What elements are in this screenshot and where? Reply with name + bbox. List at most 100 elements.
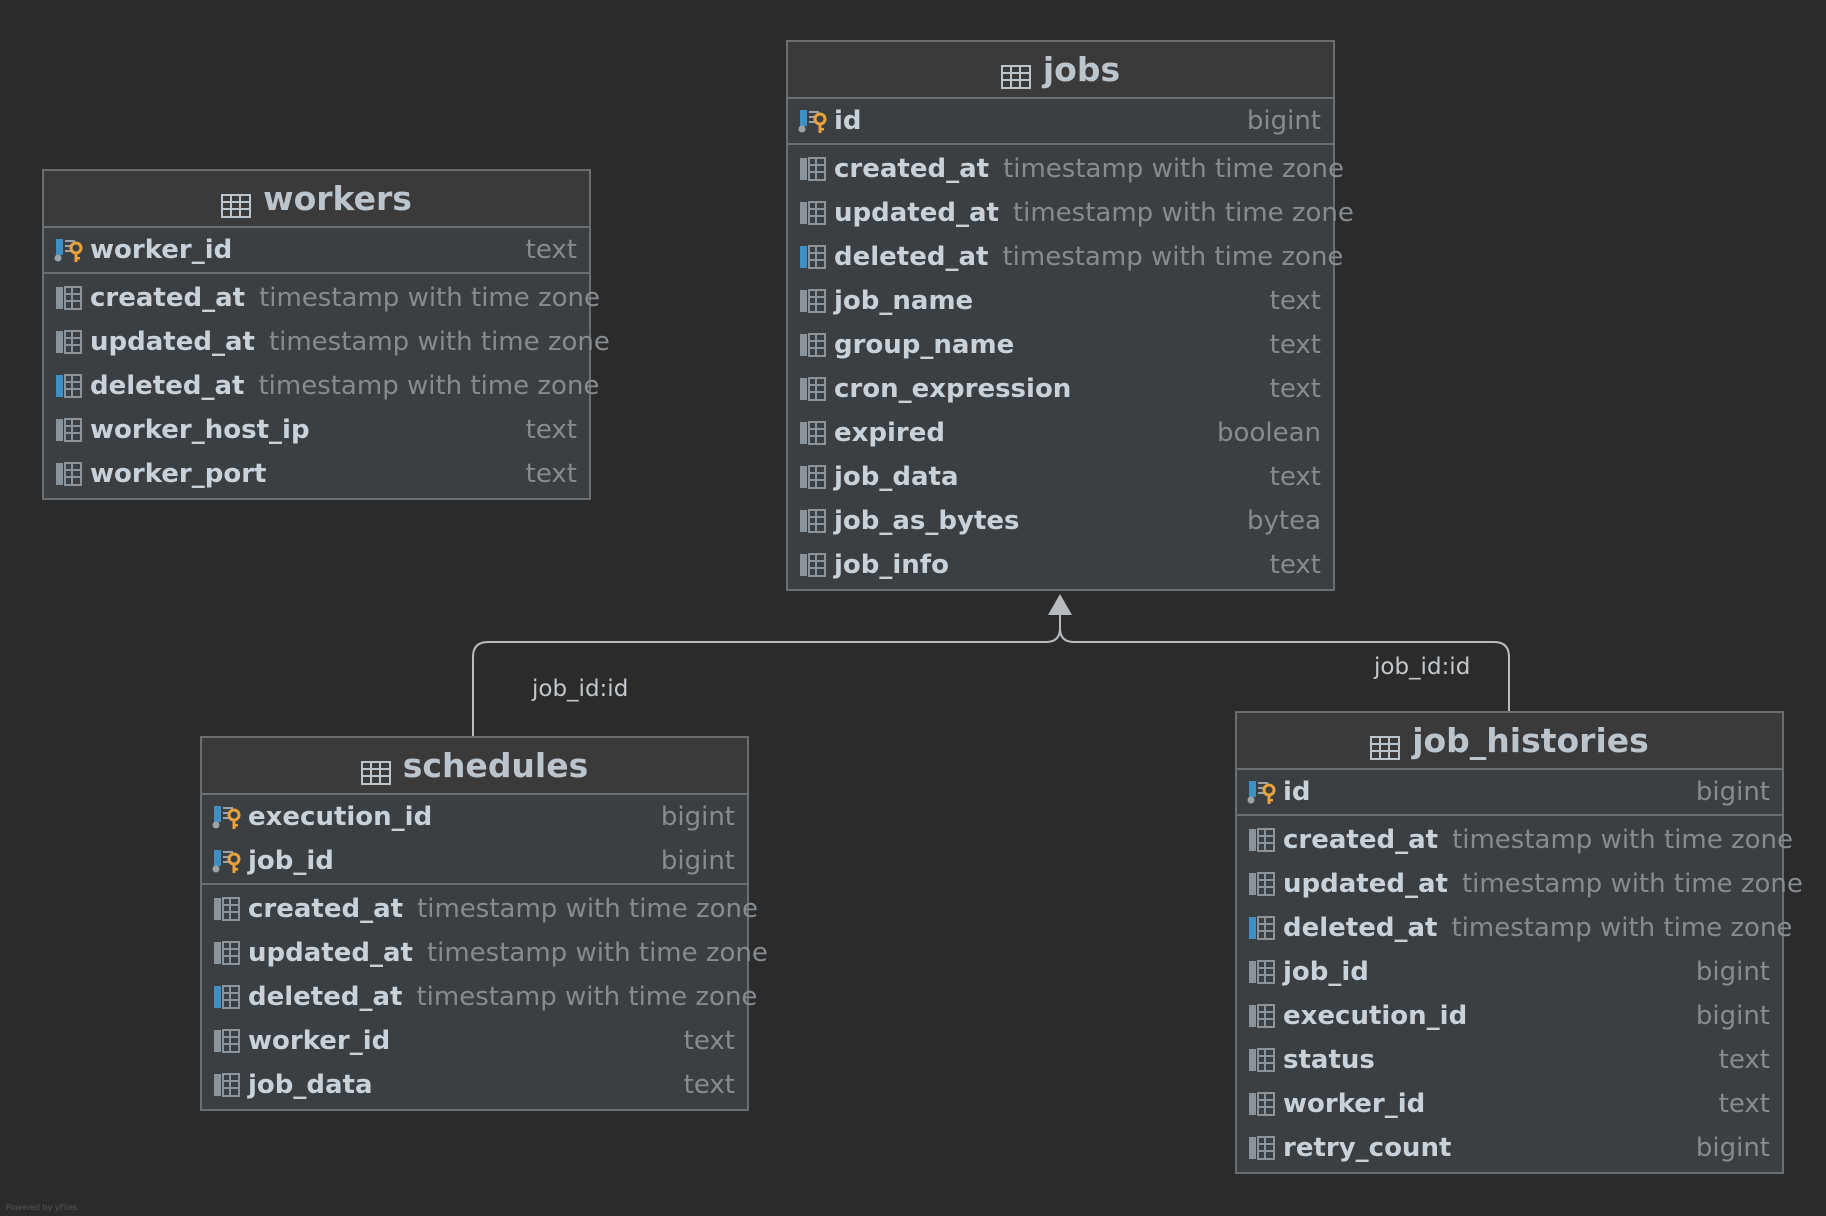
column-row[interactable]: deleted_at timestamp with time zone xyxy=(1237,906,1792,950)
table-icon xyxy=(1000,58,1031,89)
column-row[interactable]: created_at timestamp with time zone xyxy=(202,887,758,931)
table-header[interactable]: workers xyxy=(44,171,589,228)
table-jobs[interactable]: jobs id bigint created_at timestamp with t… xyxy=(786,40,1354,591)
column-row[interactable]: worker_id text xyxy=(44,228,589,272)
column-row[interactable]: group_name text xyxy=(788,323,1333,367)
table-job-histories[interactable]: job_histories id bigint created_at timesta… xyxy=(1235,711,1803,1174)
column-name: created_at xyxy=(834,154,990,184)
table-name: schedules xyxy=(402,746,589,785)
column-type: bigint xyxy=(1246,106,1321,136)
table-workers[interactable]: workers worker_id text created_at timestam… xyxy=(42,169,610,500)
column-type: text xyxy=(525,459,577,489)
column-name: retry_count xyxy=(1283,1133,1452,1163)
column-name: job_data xyxy=(248,1070,373,1100)
column-row[interactable]: deleted_at timestamp with time zone xyxy=(788,235,1343,279)
column-row[interactable]: deleted_at timestamp with time zone xyxy=(44,364,599,408)
column-type: bigint xyxy=(1695,1133,1770,1163)
primary-key-icon xyxy=(54,237,84,263)
column-name: worker_port xyxy=(90,459,267,489)
table-header[interactable]: schedules xyxy=(202,738,747,795)
column-icon xyxy=(1247,1091,1277,1117)
primary-key-icon xyxy=(212,848,242,874)
column-row[interactable]: job_as_bytes bytea xyxy=(788,499,1333,543)
column-row[interactable]: cron_expression text xyxy=(788,367,1333,411)
column-icon xyxy=(798,552,828,578)
column-row[interactable]: created_at timestamp with time zone xyxy=(788,147,1344,191)
column-row[interactable]: updated_at timestamp with time zone xyxy=(788,191,1354,235)
column-row[interactable]: job_id bigint xyxy=(202,839,747,883)
er-diagram-canvas: workers worker_id text created_at timestam… xyxy=(0,0,1826,1216)
column-name: deleted_at xyxy=(1283,913,1438,943)
column-name: job_data xyxy=(834,462,959,492)
column-icon xyxy=(212,940,242,966)
indexed-column-icon xyxy=(54,373,84,399)
column-name: updated_at xyxy=(1283,869,1448,899)
column-name: execution_id xyxy=(248,802,433,832)
column-row[interactable]: retry_count bigint xyxy=(1237,1126,1782,1170)
column-icon xyxy=(798,508,828,534)
column-type: timestamp with time zone xyxy=(1002,242,1344,272)
column-row[interactable]: created_at timestamp with time zone xyxy=(44,276,600,320)
column-icon xyxy=(1247,959,1277,985)
column-icon xyxy=(1247,827,1277,853)
column-type: bigint xyxy=(1695,777,1770,807)
column-row[interactable]: worker_id text xyxy=(202,1019,747,1063)
relation-label-job-histories: job_id:id xyxy=(1374,654,1471,680)
column-row[interactable]: updated_at timestamp with time zone xyxy=(202,931,768,975)
column-row[interactable]: worker_port text xyxy=(44,452,589,496)
column-type: timestamp with time zone xyxy=(417,894,759,924)
column-row[interactable]: updated_at timestamp with time zone xyxy=(1237,862,1803,906)
column-icon xyxy=(1247,1003,1277,1029)
column-type: bigint xyxy=(660,802,735,832)
column-name: worker_id xyxy=(248,1026,391,1056)
column-row[interactable]: expired boolean xyxy=(788,411,1333,455)
column-row[interactable]: job_id bigint xyxy=(1237,950,1782,994)
column-row[interactable]: execution_id bigint xyxy=(1237,994,1782,1038)
column-type: timestamp with time zone xyxy=(1012,198,1354,228)
column-type: timestamp with time zone xyxy=(259,283,601,313)
columns-section: created_at timestamp with time zone updat… xyxy=(788,145,1354,589)
column-type: timestamp with time zone xyxy=(416,982,758,1012)
column-type: text xyxy=(1718,1089,1770,1119)
column-row[interactable]: execution_id bigint xyxy=(202,795,747,839)
column-row[interactable]: job_data text xyxy=(202,1063,747,1107)
column-row[interactable]: created_at timestamp with time zone xyxy=(1237,818,1793,862)
column-name: deleted_at xyxy=(248,982,403,1012)
column-row[interactable]: id bigint xyxy=(1237,770,1782,814)
table-name: workers xyxy=(263,179,412,218)
column-name: status xyxy=(1283,1045,1375,1075)
primary-key-section: id bigint xyxy=(788,99,1333,145)
column-type: text xyxy=(525,235,577,265)
column-type: timestamp with time zone xyxy=(258,371,600,401)
column-row[interactable]: worker_host_ip text xyxy=(44,408,589,452)
table-header[interactable]: jobs xyxy=(788,42,1333,99)
primary-key-section: id bigint xyxy=(1237,770,1782,816)
column-type: text xyxy=(683,1026,735,1056)
column-row[interactable]: worker_id text xyxy=(1237,1082,1782,1126)
column-type: bytea xyxy=(1246,506,1321,536)
column-type: text xyxy=(1269,374,1321,404)
column-row[interactable]: job_info text xyxy=(788,543,1333,587)
column-icon xyxy=(54,461,84,487)
table-schedules[interactable]: schedules execution_id bigint job_id bigin… xyxy=(200,736,768,1111)
column-name: id xyxy=(834,106,862,136)
column-row[interactable]: job_name text xyxy=(788,279,1333,323)
column-row[interactable]: id bigint xyxy=(788,99,1333,143)
column-name: cron_expression xyxy=(834,374,1072,404)
column-row[interactable]: job_data text xyxy=(788,455,1333,499)
column-row[interactable]: updated_at timestamp with time zone xyxy=(44,320,610,364)
column-name: created_at xyxy=(90,283,246,313)
column-type: timestamp with time zone xyxy=(1461,869,1803,899)
column-name: id xyxy=(1283,777,1311,807)
column-type: text xyxy=(683,1070,735,1100)
column-type: bigint xyxy=(1695,957,1770,987)
column-type: text xyxy=(1718,1045,1770,1075)
column-type: text xyxy=(525,415,577,445)
primary-key-section: worker_id text xyxy=(44,228,589,274)
column-name: updated_at xyxy=(90,327,255,357)
table-header[interactable]: job_histories xyxy=(1237,713,1782,770)
column-icon xyxy=(54,417,84,443)
column-name: updated_at xyxy=(834,198,999,228)
column-row[interactable]: status text xyxy=(1237,1038,1782,1082)
column-row[interactable]: deleted_at timestamp with time zone xyxy=(202,975,757,1019)
